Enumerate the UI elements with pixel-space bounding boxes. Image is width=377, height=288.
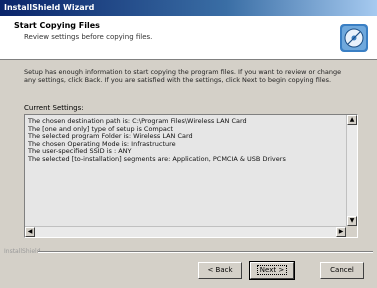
next-button[interactable]: Next > [249, 261, 295, 280]
back-button[interactable]: < Back [198, 262, 242, 279]
header-subtitle: Review settings before copying files. [24, 33, 153, 41]
scrollbar-corner [346, 226, 357, 237]
current-settings-textbox[interactable]: The chosen destination path is: C:\Progr… [24, 114, 358, 238]
scroll-left-button[interactable]: ◀ [25, 227, 35, 237]
settings-lines: The chosen destination path is: C:\Progr… [28, 117, 345, 163]
next-button-label: Next > [256, 265, 288, 275]
cancel-button[interactable]: Cancel [320, 262, 364, 279]
installer-disc-icon [340, 24, 368, 52]
footer-separator [38, 251, 373, 253]
brand-label: InstallShield [4, 248, 41, 255]
scroll-up-button[interactable]: ▲ [347, 115, 357, 125]
horizontal-scrollbar[interactable]: ◀ ▶ [25, 226, 346, 237]
scroll-down-button[interactable]: ▼ [347, 216, 357, 226]
wizard-header: Start Copying Files Review settings befo… [0, 16, 377, 60]
vertical-scrollbar[interactable]: ▲ ▼ [346, 115, 357, 226]
current-settings-label: Current Settings: [24, 104, 84, 112]
description-text: Setup has enough information to start co… [24, 68, 342, 84]
title-bar[interactable]: InstallShield Wizard [0, 0, 377, 16]
scroll-right-button[interactable]: ▶ [336, 227, 346, 237]
settings-line: The selected [to-installation] segments … [28, 154, 286, 163]
window-title: InstallShield Wizard [4, 3, 95, 12]
header-title: Start Copying Files [14, 21, 100, 30]
